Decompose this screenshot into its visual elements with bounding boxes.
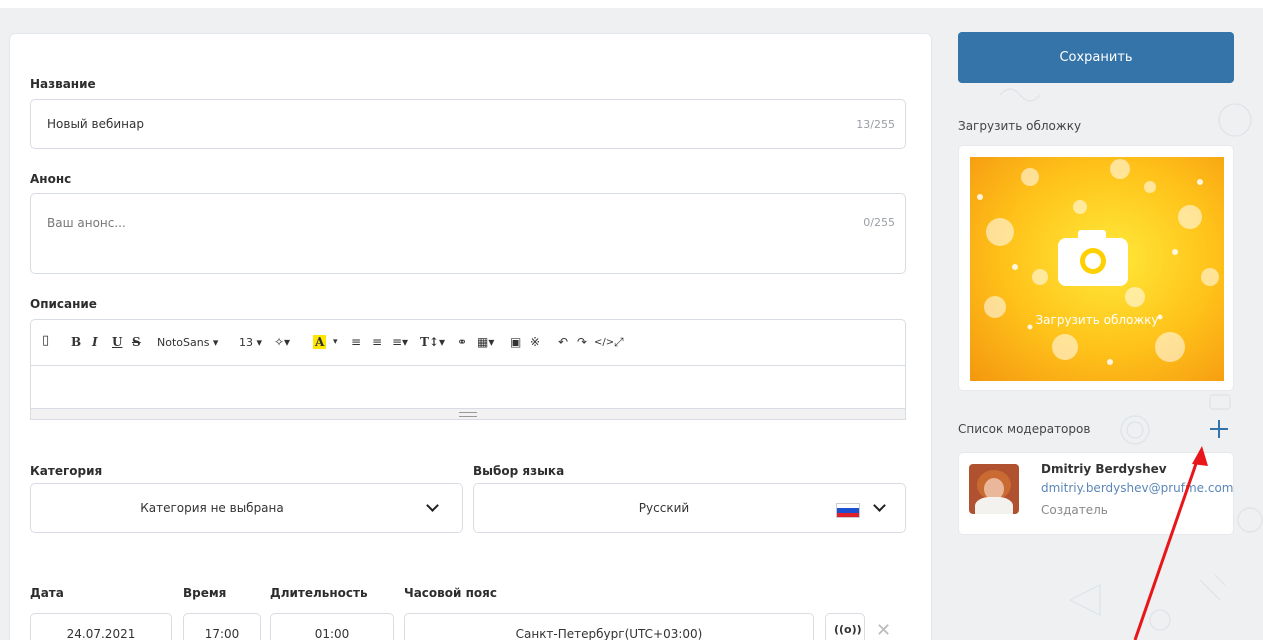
cover-overlay-text: Загрузить обложку [1035, 313, 1159, 327]
time-label: Время [183, 586, 227, 600]
announce-field[interactable]: Ваш анонс... 0/255 [30, 193, 906, 274]
time-field[interactable]: 17:00 [183, 613, 261, 640]
category-select[interactable]: Категория не выбрана [30, 483, 463, 533]
bold-icon[interactable]: B [71, 335, 81, 349]
table-icon[interactable]: ▦▾ [477, 335, 494, 349]
top-strip [0, 0, 1263, 8]
cover-image: Загрузить обложку [970, 157, 1224, 381]
line-height-icon[interactable]: T↕▾ [420, 335, 445, 349]
date-label: Дата [30, 586, 64, 600]
editor-resize-handle[interactable] [30, 408, 906, 420]
moderator-role: Создатель [1041, 503, 1108, 517]
link-icon[interactable]: ⚭ [457, 335, 467, 349]
redo-icon[interactable]: ↷ [577, 335, 587, 349]
align-icon[interactable]: ≡▾ [392, 335, 408, 349]
cover-label: Загрузить обложку [958, 119, 1082, 133]
language-value: Русский [638, 501, 690, 515]
fullscreen-icon[interactable]: ⤢ [614, 335, 624, 350]
timezone-value: Санкт-Петербург(UTC+03:00) [515, 627, 703, 640]
italic-icon[interactable]: I [92, 335, 98, 349]
timezone-label: Часовой пояс [404, 586, 497, 600]
image-icon[interactable]: ▣ [510, 335, 521, 349]
announce-placeholder: Ваш анонс... [47, 216, 126, 230]
time-value: 17:00 [204, 627, 240, 640]
title-value: Новый вебинар [47, 117, 144, 131]
close-icon[interactable]: ✕ [876, 620, 891, 640]
timezone-field[interactable]: Санкт-Петербург(UTC+03:00) [404, 613, 814, 640]
camera-icon [1058, 230, 1128, 286]
annotation-arrow [1133, 446, 1208, 640]
magic-style-icon[interactable]: ✧▾ [274, 335, 290, 349]
strikethrough-icon[interactable]: S [132, 335, 141, 349]
editor-toolbar: ▯ B I U S NotoSans ▾ 13 ▾ ✧▾ A ▾ ≡ ≡ ≡▾ … [30, 319, 906, 365]
date-field[interactable]: 24.07.2021 [30, 613, 172, 640]
font-family-dropdown[interactable]: NotoSans ▾ [157, 336, 218, 349]
cover-upload-card[interactable]: Загрузить обложку [958, 145, 1234, 391]
code-view-icon[interactable]: </> [594, 337, 614, 348]
text-color-dropdown-icon[interactable]: ▾ [333, 337, 338, 347]
title-counter: 13/255 [856, 118, 895, 131]
announce-counter: 0/255 [863, 216, 895, 229]
russian-flag-icon [836, 503, 860, 518]
duration-field[interactable]: 01:00 [270, 613, 394, 640]
description-editor[interactable] [30, 365, 906, 409]
save-button[interactable]: Сохранить [958, 32, 1234, 83]
undo-icon[interactable]: ↶ [558, 335, 568, 349]
date-value: 24.07.2021 [66, 627, 136, 640]
text-color-icon[interactable]: A [313, 335, 327, 349]
category-value: Категория не выбрана [140, 501, 284, 515]
chevron-down-icon [873, 499, 886, 512]
font-size-dropdown[interactable]: 13 ▾ [239, 336, 262, 349]
category-label: Категория [30, 464, 103, 478]
duration-label: Длительность [270, 586, 368, 600]
underline-icon[interactable]: U [112, 335, 122, 349]
avatar [969, 464, 1019, 514]
title-field[interactable]: Новый вебинар 13/255 [30, 99, 906, 149]
numbered-list-icon[interactable]: ≡ [372, 335, 382, 349]
duration-value: 01:00 [314, 627, 350, 640]
chevron-down-icon [426, 499, 439, 512]
moderators-label: Список модераторов [958, 422, 1091, 436]
language-label: Выбор языка [473, 464, 565, 478]
title-label: Название [30, 77, 96, 91]
broadcast-button[interactable]: ((o)) [825, 613, 865, 640]
bullet-list-icon[interactable]: ≡ [351, 335, 361, 349]
description-label: Описание [30, 297, 97, 311]
add-moderator-icon[interactable] [1208, 418, 1230, 440]
broadcast-icon: ((o)) [834, 623, 862, 636]
eraser-icon[interactable]: ▯ [42, 333, 49, 348]
special-chars-icon[interactable]: ※ [530, 335, 540, 349]
language-select[interactable]: Русский [473, 483, 906, 533]
announce-label: Анонс [30, 172, 72, 186]
